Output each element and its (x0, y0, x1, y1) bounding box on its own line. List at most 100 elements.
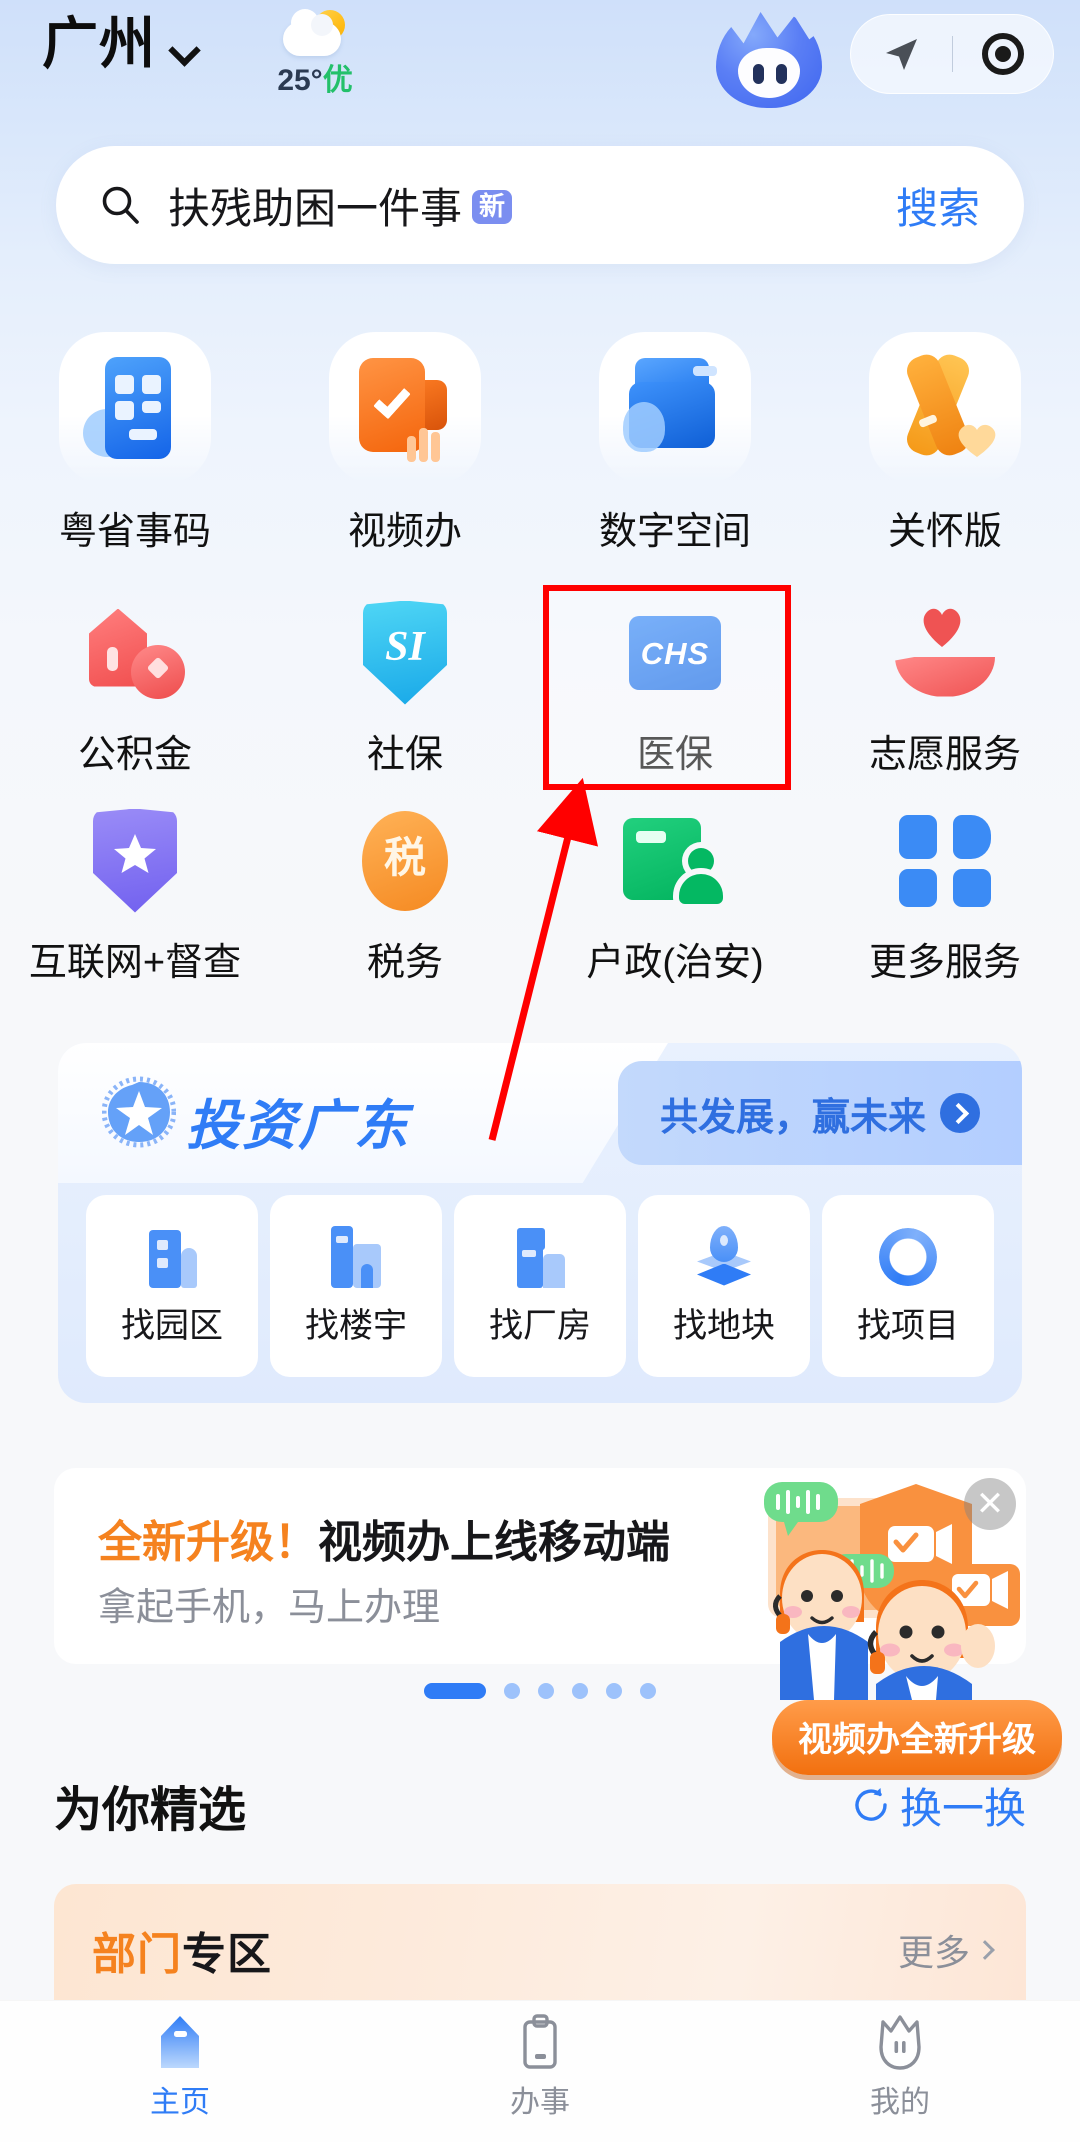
tab-services[interactable]: 办事 (360, 2013, 720, 2121)
grid-item-more-services[interactable]: 更多服务 (810, 778, 1080, 986)
weather-widget[interactable]: 25°优 (255, 9, 375, 97)
project-spark-icon (877, 1226, 939, 1288)
carousel-pagination[interactable] (0, 1683, 1080, 1699)
promo-badge: 视频办全新升级 (772, 1700, 1062, 1775)
chs-icon-text: CHS (640, 635, 710, 671)
invest-guangdong-card[interactable]: 投资广东 共发展，赢未来 找园区 找楼宇 找厂房 找地块 找项目 (58, 1043, 1022, 1403)
pagination-dot[interactable] (606, 1683, 622, 1699)
service-grid: 粤省事码 视频办 数字空间 关怀版 公积金 SI 社保 CHS 医保 志愿服务 … (0, 320, 1080, 986)
pagination-dot[interactable] (424, 1683, 486, 1699)
heart-hand-icon (880, 592, 1010, 713)
grid-item-household-police[interactable]: 户政(治安) (540, 778, 810, 986)
search-icon (102, 186, 139, 224)
tax-icon-text: 税 (383, 833, 426, 881)
grid-item-yueshengshi-code[interactable]: 粤省事码 (0, 320, 270, 570)
refresh-button[interactable]: 换一换 (852, 1775, 1026, 1836)
chevron-right-icon (975, 1940, 995, 1960)
city-selector[interactable]: 广州 (42, 16, 196, 72)
search-keyword-row[interactable]: 扶残助困一件事新 (168, 175, 513, 236)
grid-item-housing-fund[interactable]: 公积金 (0, 570, 270, 778)
promo-banner-title: 全新升级！视频办上线移动端 (98, 1506, 670, 1570)
grid-item-social-insurance[interactable]: SI 社保 (270, 570, 540, 778)
invest-item-label: 找园区 (121, 1306, 223, 1345)
grid-item-label: 税务 (366, 942, 443, 984)
si-shield-icon: SI (340, 592, 470, 713)
app-root: 广州 25°优 扶残助困一件事 新 搜索 粤省事码 视频办 数字空间 关怀版 公… (0, 0, 1080, 2142)
weather-temp: 25° (277, 64, 323, 97)
search-button[interactable]: 搜索 (896, 175, 980, 236)
tab-home[interactable]: 主页 (0, 2013, 360, 2121)
chevron-right-circle-icon (940, 1093, 980, 1133)
grid-item-internet-supervision[interactable]: 互联网+督查 (0, 778, 270, 986)
navigation-arrow-icon (886, 39, 918, 70)
close-icon[interactable]: ✕ (964, 1478, 1016, 1530)
tab-profile[interactable]: 我的 (720, 2013, 1080, 2121)
pagination-dot[interactable] (572, 1683, 588, 1699)
grid-item-care-version[interactable]: 关怀版 (810, 320, 1080, 570)
invest-item-land[interactable]: 找地块 (638, 1195, 810, 1377)
grid-item-video-service[interactable]: 视频办 (270, 320, 540, 570)
grid-item-label: 互联网+督查 (28, 942, 242, 984)
pagination-dot[interactable] (640, 1683, 656, 1699)
department-zone-title: 部门专区 (92, 1918, 272, 1982)
department-title-orange: 部门 (92, 1930, 182, 1979)
grid-item-medical-insurance[interactable]: CHS 医保 (540, 570, 810, 778)
grid-item-label: 医保 (636, 734, 713, 776)
si-icon-text: SI (385, 623, 425, 670)
invest-slogan: 共发展，赢未来 (659, 1096, 926, 1139)
land-pin-icon (693, 1225, 755, 1288)
tab-label: 我的 (870, 2086, 930, 2119)
invest-item-building[interactable]: 找楼宇 (270, 1195, 442, 1377)
department-zone-card[interactable]: 部门专区 更多 (54, 1884, 1026, 2014)
search-keyword: 扶残助困一件事 (168, 184, 463, 232)
bottom-tab-bar: 主页 办事 我的 (0, 2000, 1080, 2142)
refresh-icon (855, 1788, 887, 1821)
invest-card-title: 投资广东 (186, 1096, 410, 1156)
home-icon (161, 2016, 199, 2068)
grid-item-taxation[interactable]: 税 税务 (270, 778, 540, 986)
refresh-label: 换一换 (899, 1784, 1026, 1832)
clipboard-icon (523, 2014, 557, 2069)
search-new-badge: 新 (472, 189, 513, 224)
service-grid-row-3: 互联网+督查 税 税务 户政(治安) 更多服务 (0, 778, 1080, 986)
invest-item-list: 找园区 找楼宇 找厂房 找地块 找项目 (86, 1195, 994, 1377)
service-grid-row-2: 公积金 SI 社保 CHS 医保 志愿服务 (0, 570, 1080, 778)
invest-item-project[interactable]: 找项目 (822, 1195, 994, 1377)
pagination-dot[interactable] (504, 1683, 520, 1699)
video-check-icon (329, 332, 481, 484)
invest-item-park[interactable]: 找园区 (86, 1195, 258, 1377)
pagination-dot[interactable] (538, 1683, 554, 1699)
grid-item-digital-space[interactable]: 数字空间 (540, 320, 810, 570)
weather-air-quality: 优 (322, 64, 353, 97)
mascot-avatar-icon[interactable] (716, 6, 822, 112)
navigation-arrow-button[interactable] (851, 15, 952, 93)
promo-banner[interactable]: 全新升级！视频办上线移动端 拿起手机，马上办理 ✕ (54, 1468, 1026, 1700)
sun-behind-cloud-icon (279, 9, 351, 62)
grid-item-volunteer-service[interactable]: 志愿服务 (810, 570, 1080, 778)
grid-item-label: 关怀版 (887, 511, 1002, 553)
record-button[interactable] (953, 15, 1054, 93)
invest-slogan-button[interactable]: 共发展，赢未来 (618, 1061, 1022, 1165)
factory-icon (509, 1226, 571, 1288)
qr-card-icon (59, 332, 211, 484)
profile-mascot-icon (879, 2015, 921, 2070)
department-more-button[interactable]: 更多 (898, 1924, 995, 1976)
promo-title-rest: 视频办上线移动端 (318, 1518, 670, 1567)
featured-section-header: 为你精选 换一换 (54, 1770, 1026, 1840)
grid-item-label: 户政(治安) (586, 942, 764, 984)
id-card-person-icon (610, 800, 740, 921)
record-dot-icon (981, 33, 1024, 75)
invest-item-factory[interactable]: 找厂房 (454, 1195, 626, 1377)
office-tower-icon (325, 1225, 387, 1288)
mini-program-capsule[interactable] (850, 14, 1054, 94)
house-coin-icon (70, 592, 200, 713)
invest-item-label: 找楼宇 (305, 1306, 407, 1345)
care-ribbon-icon (869, 332, 1021, 484)
department-title-black: 专区 (182, 1930, 272, 1979)
featured-title: 为你精选 (54, 1784, 247, 1837)
grid-more-icon (880, 800, 1010, 921)
invest-swirl-logo-icon (102, 1076, 176, 1148)
search-bar[interactable]: 扶残助困一件事新 搜索 (56, 146, 1024, 264)
invest-item-label: 找地块 (673, 1306, 775, 1345)
tab-label: 主页 (150, 2086, 210, 2119)
